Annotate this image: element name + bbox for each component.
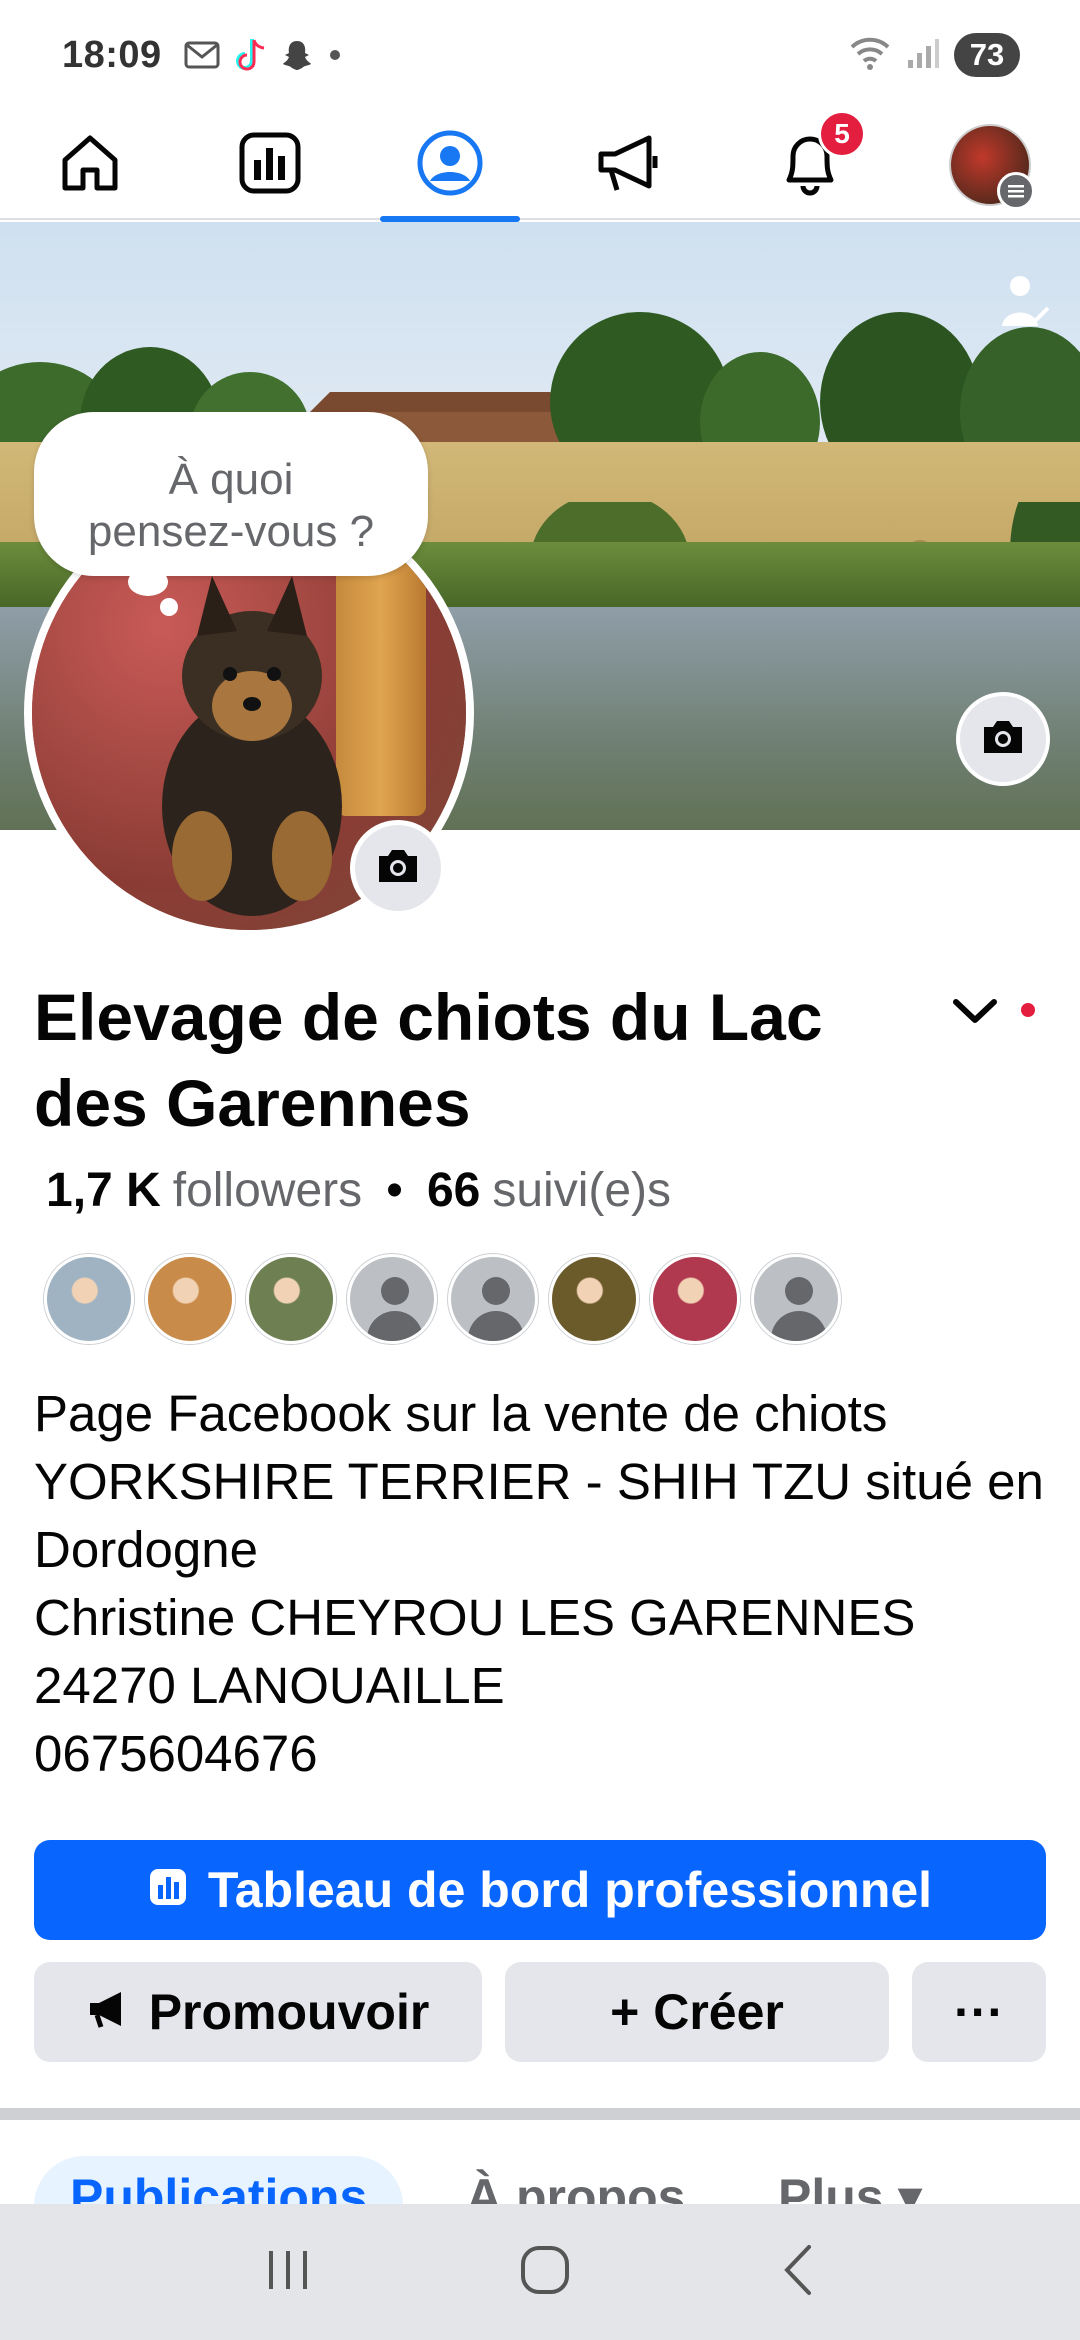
profile-camera-button[interactable]: [350, 820, 446, 916]
nav-notifications[interactable]: 5: [730, 110, 890, 220]
nav-menu[interactable]: [910, 110, 1070, 220]
create-label: + Créer: [610, 1984, 784, 2040]
battery-indicator: 73: [954, 33, 1020, 77]
status-bubble-text: À quoi pensez-vous ?: [87, 455, 375, 556]
friend-avatar[interactable]: [44, 1254, 134, 1344]
followers-label: followers: [172, 1164, 363, 1217]
unread-dot: [1021, 1003, 1035, 1017]
page-bio: Page Facebook sur la vente de chiots YOR…: [34, 1385, 1044, 1782]
professional-dashboard-button[interactable]: Tableau de bord professionnel: [34, 1840, 1046, 1940]
bubble-tail-small: [160, 598, 178, 616]
nav-insights[interactable]: [190, 110, 350, 220]
snapchat-icon: [280, 38, 314, 72]
follow-stats[interactable]: 1,7 K followers • 66 suivi(e)s: [46, 1163, 671, 1218]
promote-label: Promouvoir: [148, 1984, 430, 2040]
professional-dashboard-label: Tableau de bord professionnel: [207, 1862, 933, 1918]
tab-about[interactable]: À propos: [430, 2156, 721, 2204]
followers-count: 1,7 K: [46, 1164, 161, 1217]
default-avatar[interactable]: [751, 1254, 841, 1344]
create-button[interactable]: + Créer: [505, 1962, 889, 2062]
notification-badge: 5: [818, 110, 866, 158]
status-bar: 18:09 73: [0, 0, 1080, 110]
following-label: suivi(e)s: [492, 1164, 672, 1217]
nav-home[interactable]: [10, 110, 170, 220]
dashboard-icon: [148, 1861, 188, 1919]
friend-avatar[interactable]: [650, 1254, 740, 1344]
more-icon: ···: [954, 1984, 1004, 2040]
section-divider: [0, 2108, 1080, 2120]
megaphone-icon: [595, 130, 665, 201]
person-icon: [1000, 274, 1050, 335]
friend-avatar[interactable]: [549, 1254, 639, 1344]
insights-icon: [237, 130, 303, 201]
wifi-icon: [848, 35, 892, 76]
top-nav: 5: [0, 110, 1080, 222]
default-avatar[interactable]: [448, 1254, 538, 1344]
cover-camera-button[interactable]: [956, 692, 1050, 786]
default-avatar[interactable]: [347, 1254, 437, 1344]
camera-icon: [980, 717, 1026, 762]
camera-icon: [375, 846, 421, 891]
mail-icon: [184, 41, 220, 69]
follower-avatars[interactable]: [44, 1254, 841, 1344]
signal-icon: [906, 36, 940, 75]
dot-icon: [328, 48, 342, 62]
profile-tabs: Publications À propos Plus ▾: [0, 2120, 1080, 2204]
home-button-icon[interactable]: [518, 2243, 572, 2302]
megaphone-icon: [87, 1983, 131, 2041]
friend-avatar[interactable]: [246, 1254, 336, 1344]
profile-icon: [416, 129, 484, 202]
nav-profile[interactable]: [370, 110, 530, 222]
tiktok-icon: [234, 37, 266, 73]
tab-posts[interactable]: Publications: [34, 2156, 404, 2204]
system-nav-bar: [0, 2204, 1080, 2340]
chevron-down-icon[interactable]: [950, 992, 1000, 1032]
following-count: 66: [426, 1164, 481, 1217]
tab-more[interactable]: Plus ▾: [742, 2156, 959, 2204]
promote-button[interactable]: Promouvoir: [34, 1962, 482, 2062]
back-icon[interactable]: [777, 2243, 817, 2302]
nav-ads[interactable]: [550, 110, 710, 220]
recent-apps-icon[interactable]: [263, 2247, 313, 2298]
avatar: [949, 124, 1035, 210]
bubble-tail: [128, 568, 168, 596]
stats-separator: •: [386, 1164, 403, 1217]
friend-avatar[interactable]: [145, 1254, 235, 1344]
menu-icon: [997, 172, 1035, 210]
home-icon: [57, 130, 123, 201]
more-options-button[interactable]: ···: [912, 1962, 1046, 2062]
status-bubble[interactable]: À quoi pensez-vous ?: [34, 412, 428, 576]
status-time: 18:09: [62, 33, 162, 76]
page-title: Elevage de chiots du Lac des Garennes: [34, 980, 823, 1140]
